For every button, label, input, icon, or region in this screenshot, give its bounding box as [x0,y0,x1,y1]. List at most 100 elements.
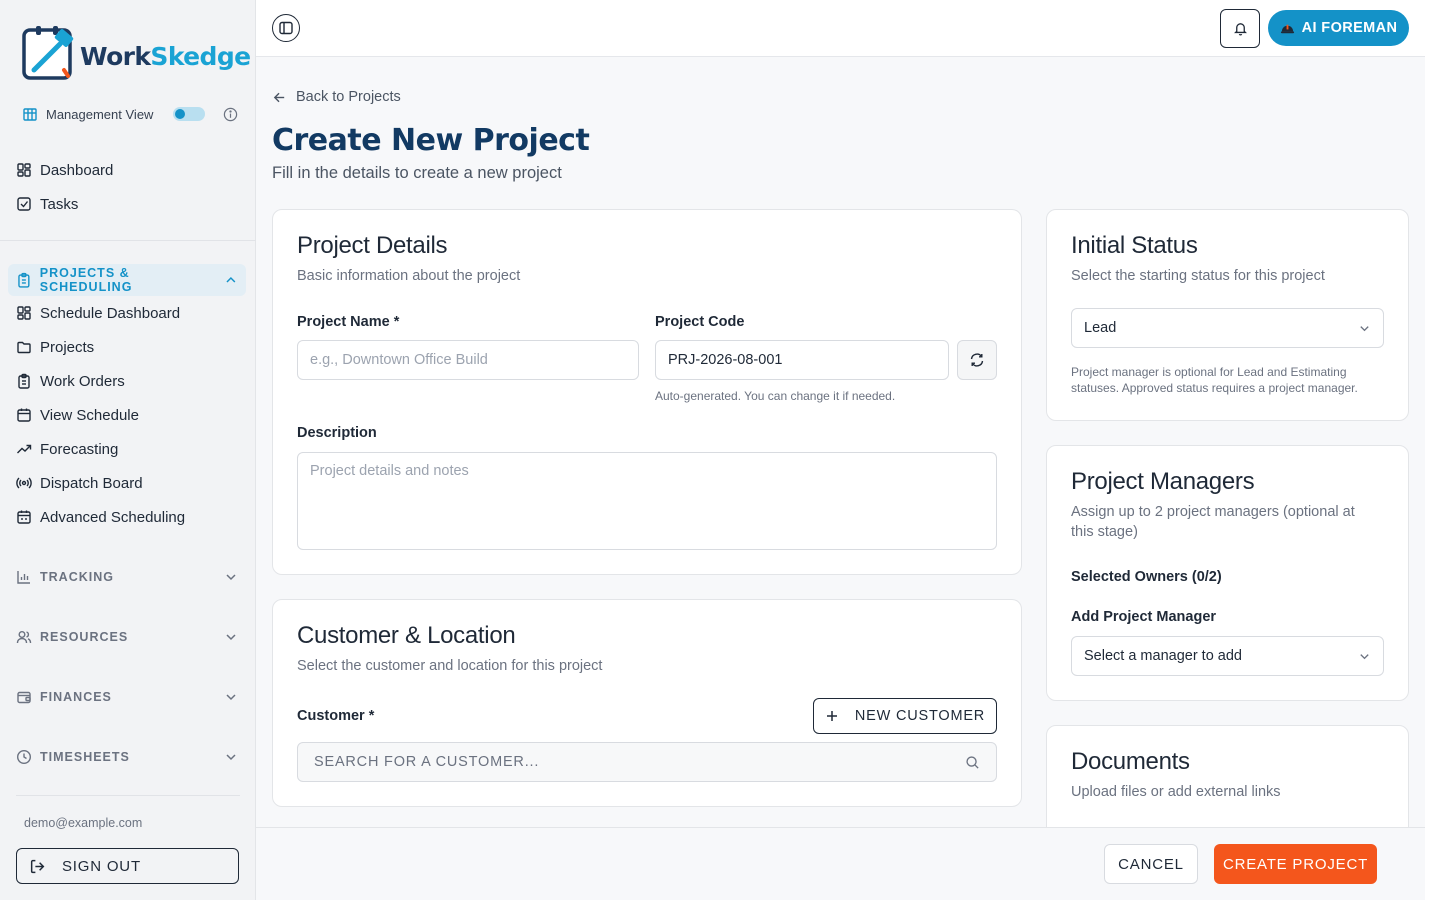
section-label: FINANCES [40,690,112,704]
scrollbar-track[interactable] [1425,0,1440,900]
description-label: Description [297,425,377,441]
cancel-label: CANCEL [1118,855,1184,873]
description-textarea[interactable]: Project details and notes [297,452,997,550]
management-view-row: Management View [22,106,238,122]
project-name-label: Project Name * [297,314,400,330]
refresh-icon [970,353,984,367]
sidebar-item-label: Dashboard [40,161,114,179]
section-tracking[interactable]: TRACKING [8,561,246,593]
selected-owners-label: Selected Owners (0/2) [1071,569,1222,585]
sidebar-item-label: Dispatch Board [40,474,143,492]
chevron-down-icon [1360,653,1369,659]
page-subtitle: Fill in the details to create a new proj… [272,164,562,182]
calendar-range-icon [17,510,31,524]
sign-out-button[interactable]: SIGN OUT [16,848,239,884]
card-subtitle: Select the starting status for this proj… [1071,268,1325,284]
status-select[interactable]: Lead [1071,308,1384,348]
notifications-button[interactable] [1220,9,1260,48]
chevron-down-icon [226,694,236,701]
section-finances[interactable]: FINANCES [8,681,246,713]
sidebar-item-projects[interactable]: Projects [16,336,94,358]
create-project-button[interactable]: CREATE PROJECT [1214,844,1377,884]
project-code-input[interactable]: PRJ-2026-08-001 [655,340,949,380]
new-customer-button[interactable]: NEW CUSTOMER [813,698,997,734]
sidebar-item-label: Tasks [40,195,79,213]
arrow-left-icon [273,92,285,102]
section-label: TIMESHEETS [40,750,130,764]
customer-search-placeholder: SEARCH FOR A CUSTOMER... [314,754,540,770]
manager-select-placeholder: Select a manager to add [1084,648,1242,664]
logo-text-work: Work [80,41,151,71]
sidebar-item-tasks[interactable]: Tasks [16,193,78,215]
cancel-button[interactable]: CANCEL [1104,844,1198,884]
section-label: RESOURCES [40,630,129,644]
sidebar: WorkSkedge Management View Dashboard Tas… [0,0,256,900]
checkbox-icon [17,197,31,211]
project-code-hint: Auto-generated. You can change it if nee… [655,389,896,403]
bell-icon [1233,23,1247,36]
sidebar-item-dashboard[interactable]: Dashboard [16,159,113,181]
section-projects-scheduling[interactable]: PROJECTS & SCHEDULING [8,264,246,296]
sidebar-item-view-schedule[interactable]: View Schedule [16,404,139,426]
radio-icon [16,477,32,489]
sidebar-item-label: Projects [40,338,95,356]
customer-search-input[interactable]: SEARCH FOR A CUSTOMER... [297,742,997,782]
panel-left-icon [279,21,293,35]
status-note: Project manager is optional for Lead and… [1071,365,1358,395]
back-to-projects-link[interactable]: Back to Projects [272,89,401,105]
trending-up-icon [17,444,32,454]
app-logo[interactable]: WorkSkedge [22,26,251,82]
sidebar-item-schedule-dashboard[interactable]: Schedule Dashboard [16,302,180,324]
management-view-label: Management View [46,106,154,122]
card-subtitle: Assign up to 2 project managers (optiona… [1071,504,1355,540]
new-customer-label: NEW CUSTOMER [854,708,986,724]
clock-icon [16,749,32,765]
plus-icon [826,711,837,721]
logo-text-skedge: Skedge [150,41,251,71]
card-title: Customer & Location [297,622,516,649]
clipboard-icon [18,272,30,288]
card-subtitle: Upload files or add external links [1071,784,1281,800]
top-bar: AI FOREMAN [256,0,1425,57]
sidebar-item-label: Schedule Dashboard [40,304,181,322]
ai-foreman-button[interactable]: AI FOREMAN [1268,10,1409,46]
user-email: demo@example.com [24,816,143,830]
section-timesheets[interactable]: TIMESHEETS [8,741,246,773]
project-managers-card: Project Managers Assign up to 2 project … [1046,445,1409,701]
search-icon [966,755,979,769]
sidebar-item-work-orders[interactable]: Work Orders [16,370,125,392]
bar-chart-icon [17,571,30,584]
regenerate-code-button[interactable] [957,340,997,380]
card-title: Project Details [297,232,448,259]
dashboard-icon [17,163,31,177]
sidebar-item-dispatch-board[interactable]: Dispatch Board [16,472,143,494]
sidebar-divider [0,240,256,241]
info-icon[interactable] [223,107,238,122]
sidebar-toggle-button[interactable] [272,14,300,42]
sidebar-item-advanced-scheduling[interactable]: Advanced Scheduling [16,506,185,528]
card-title: Documents [1071,748,1190,775]
log-out-icon [30,859,45,873]
section-label: TRACKING [40,570,114,584]
chevron-down-icon [1360,325,1369,331]
project-name-input[interactable]: e.g., Downtown Office Build [297,340,639,380]
card-title: Initial Status [1071,232,1198,259]
page-title: Create New Project [272,123,590,158]
chevron-down-icon [226,754,236,761]
wallet-icon [17,691,31,704]
card-subtitle: Select the customer and location for thi… [297,658,603,674]
management-view-toggle[interactable] [173,107,206,121]
users-icon [16,631,32,644]
manager-select[interactable]: Select a manager to add [1071,636,1384,676]
project-details-card: Project Details Basic information about … [272,209,1022,575]
logo-hammer-icon [22,26,74,82]
status-select-value: Lead [1084,320,1117,336]
folder-icon [17,341,31,354]
chevron-down-icon [226,634,236,641]
sign-out-label: SIGN OUT [62,857,141,875]
card-title: Project Managers [1071,468,1255,495]
section-resources[interactable]: RESOURCES [8,621,246,653]
sidebar-item-label: Advanced Scheduling [40,508,186,526]
add-manager-label: Add Project Manager [1071,609,1217,625]
sidebar-item-forecasting[interactable]: Forecasting [16,438,118,460]
